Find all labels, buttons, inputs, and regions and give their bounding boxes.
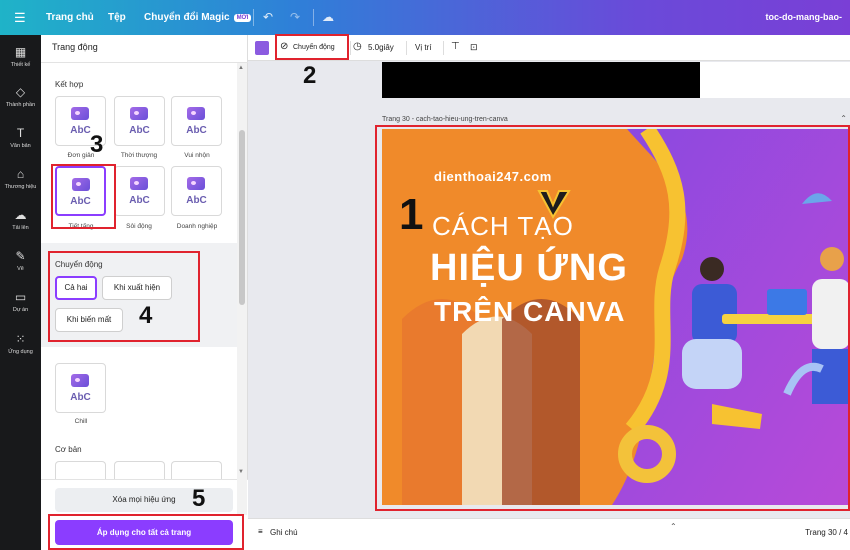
tile-label: Chill [74,418,88,425]
annotation-box-animate [275,34,349,60]
home-link[interactable]: Trang chủ [46,12,94,23]
image-icon [130,177,148,190]
document-title[interactable]: toc-do-mang-bao- [766,12,843,22]
annotation-box-tile [51,164,116,229]
redo-icon[interactable]: ↷ [290,10,300,24]
lock-icon[interactable]: ⊡ [470,42,478,53]
scroll-up-icon[interactable]: ▲ [238,65,244,71]
annotation-number-2: 2 [303,62,317,89]
rail-label: Thiết kế [10,62,31,68]
tile-glyph: AbC [186,195,207,206]
bottom-bar: ≡ Ghi chú Trang 30 / 4 [248,518,850,550]
shapes-icon: ◇ [15,85,26,99]
image-icon [187,177,205,190]
divider [313,9,314,26]
previous-page-preview[interactable] [382,62,700,98]
section-combo-label: Kết hợp [55,80,84,89]
tile-glyph: AbC [186,125,207,136]
annotation-box-canvas [375,125,850,511]
clock-icon: ◷ [353,41,362,52]
rail-item-elements[interactable]: ◇ Thành phần [0,85,41,108]
rail-item-uploads[interactable]: ☁ Tải lên [0,208,41,231]
rail-item-design[interactable]: ▦ Thiết kế [0,45,41,68]
duration-button[interactable]: 5.0giây [368,43,394,52]
animation-tile-basic-3[interactable] [171,461,222,479]
tile-glyph: AbC [129,125,150,136]
previous-page-preview-right [700,62,850,98]
page-label: Trang 30 - cach-tao-hieu-ung-tren-canva [382,116,508,123]
cloud-saved-icon: ☁ [322,10,334,24]
rail-label: Thương hiệu [4,184,37,190]
animation-tile-basic-1[interactable] [55,461,106,479]
annotation-number-1: 1 [399,190,424,239]
paint-roller-icon[interactable]: ⊤ [451,41,460,52]
left-rail: ▦ Thiết kế ◇ Thành phần T Văn bản ⌂ Thươ… [0,35,41,550]
animation-tile-trendy[interactable]: AbC [114,96,165,146]
rail-label: Ứng dụng [8,349,33,355]
magic-switch-label: Chuyển đổi Magic [144,12,230,23]
upload-icon: ☁ [14,208,27,222]
notes-icon: ≡ [258,527,263,536]
page-counter[interactable]: Trang 30 / 4 [805,528,848,537]
rail-label: Văn bản [10,143,31,149]
rail-item-apps[interactable]: ⁙ Ứng dụng [0,332,41,355]
new-badge: MỚI [233,14,252,22]
annotation-box-motion [48,251,200,342]
annotation-number-3: 3 [90,131,104,158]
image-icon [71,107,89,120]
hamburger-menu-icon[interactable]: ☰ [14,10,26,26]
animation-tile-chill[interactable]: AbC [55,363,106,413]
color-swatch[interactable] [255,41,269,55]
annotation-number-5: 5 [192,485,206,512]
animation-tile-business[interactable]: AbC [171,166,222,216]
rail-label: Dự án [12,307,29,313]
panel-scrollbar-thumb[interactable] [239,130,245,305]
image-icon [71,374,89,387]
divider [406,41,407,55]
divider [253,9,254,26]
notes-button[interactable]: Ghi chú [270,528,298,537]
rail-label: Thành phần [5,102,36,108]
rail-item-draw[interactable]: ✎ Vẽ [0,249,41,272]
rail-label: Vẽ [17,266,24,272]
draw-icon: ✎ [15,249,26,263]
image-icon [130,107,148,120]
divider [350,41,351,55]
clear-all-effects-button[interactable]: Xóa mọi hiệu ứng [55,488,233,512]
tile-glyph: AbC [129,195,150,206]
animation-tile-lively[interactable]: AbC [114,166,165,216]
rail-item-text[interactable]: T Văn bản [0,126,41,149]
tile-glyph: AbC [70,392,91,403]
rail-label: Tải lên [12,225,29,231]
undo-icon[interactable]: ↶ [263,10,273,24]
canva-editor-window: ☰ Trang chủ Tệp Chuyển đổi Magic MỚI ↶ ↷ … [0,0,850,550]
text-icon: T [16,126,25,140]
brand-icon: ⌂ [16,167,25,181]
position-button[interactable]: Vị trí [415,43,431,52]
chevron-up-icon[interactable]: ⌃ [670,522,677,531]
tile-label: Thời thượng [120,152,158,159]
divider [41,62,248,63]
apps-icon: ⁙ [15,332,26,346]
file-menu[interactable]: Tệp [108,12,126,23]
divider [443,41,444,55]
image-icon [187,107,205,120]
tile-label: Vui nhộn [184,152,210,159]
chevron-up-icon[interactable]: ⌃ [840,114,847,123]
annotation-number-4: 4 [139,302,153,329]
rail-item-projects[interactable]: ▭ Dự án [0,290,41,313]
rail-item-brand[interactable]: ⌂ Thương hiệu [0,167,41,190]
top-bar: ☰ Trang chủ Tệp Chuyển đổi Magic MỚI ↶ ↷ … [0,0,850,35]
panel-title: Trang động [52,42,98,52]
layout-icon: ▦ [14,45,27,59]
annotation-box-apply [48,514,244,550]
section-basic-label: Cơ bản [55,445,82,454]
tile-label: Doanh nghiệp [176,223,218,230]
animation-tile-basic-2[interactable] [114,461,165,479]
animation-tile-playful[interactable]: AbC [171,96,222,146]
tile-label: Sôi động [126,223,152,230]
scroll-down-icon[interactable]: ▼ [238,469,244,475]
magic-switch-menu[interactable]: Chuyển đổi Magic MỚI [144,12,252,23]
folder-icon: ▭ [14,290,27,304]
